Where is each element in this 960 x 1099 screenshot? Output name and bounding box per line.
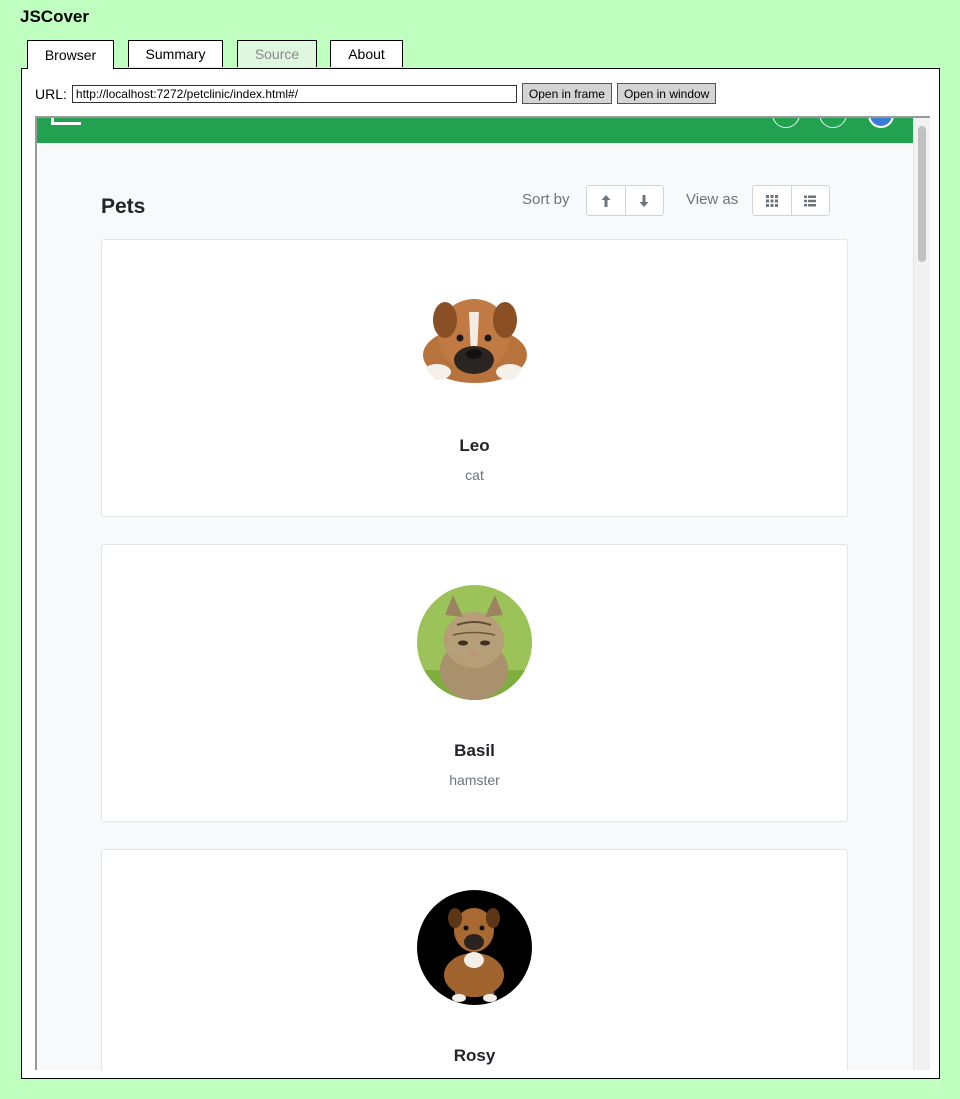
nav-circle-icon[interactable] bbox=[819, 118, 847, 128]
tab-summary[interactable]: Summary bbox=[128, 40, 223, 67]
pet-photo bbox=[417, 890, 532, 1005]
arrow-down-icon bbox=[639, 194, 649, 207]
page-title: Pets bbox=[101, 195, 146, 218]
list-view-button[interactable] bbox=[790, 186, 830, 215]
pet-type: hamster bbox=[449, 772, 500, 788]
sort-ascending-button[interactable] bbox=[587, 186, 625, 215]
open-in-frame-button[interactable]: Open in frame bbox=[521, 83, 612, 104]
frame-scrollbar[interactable] bbox=[913, 118, 930, 1070]
url-input[interactable] bbox=[71, 84, 517, 103]
avatar[interactable] bbox=[868, 118, 894, 128]
pet-type: cat bbox=[465, 467, 484, 483]
grid-view-button[interactable] bbox=[753, 186, 791, 215]
pet-name: Basil bbox=[454, 741, 495, 760]
sort-button-group bbox=[586, 185, 664, 216]
list-icon bbox=[804, 195, 817, 206]
url-label: URL: bbox=[35, 85, 67, 102]
tab-source[interactable]: Source bbox=[237, 40, 317, 67]
view-button-group bbox=[752, 185, 830, 216]
pet-name: Leo bbox=[459, 436, 490, 455]
app-title: JSCover bbox=[20, 7, 89, 26]
sort-descending-button[interactable] bbox=[624, 186, 664, 215]
preview-frame: Pets Sort by View as Leo cat Basil hamst… bbox=[35, 116, 930, 1070]
pet-card[interactable]: Rosy bbox=[101, 849, 848, 1070]
arrow-up-icon bbox=[601, 194, 611, 207]
tab-about[interactable]: About bbox=[330, 40, 403, 67]
grid-icon bbox=[765, 194, 778, 207]
logo-icon[interactable] bbox=[51, 118, 81, 125]
sort-label: Sort by bbox=[522, 191, 570, 208]
view-label: View as bbox=[686, 191, 739, 208]
pet-photo bbox=[417, 585, 532, 700]
pet-photo bbox=[417, 280, 532, 395]
tab-browser[interactable]: Browser bbox=[27, 40, 114, 69]
pet-card[interactable]: Basil hamster bbox=[101, 544, 848, 822]
pet-name: Rosy bbox=[453, 1046, 496, 1065]
url-bar: URL: Open in frame Open in window bbox=[35, 83, 717, 104]
scrollbar-thumb[interactable] bbox=[918, 126, 926, 262]
open-in-window-button[interactable]: Open in window bbox=[616, 83, 717, 104]
browser-panel: URL: Open in frame Open in window Pets S… bbox=[21, 68, 940, 1079]
app-header bbox=[37, 118, 913, 143]
nav-circle-icon[interactable] bbox=[772, 118, 800, 128]
pet-card[interactable]: Leo cat bbox=[101, 239, 848, 517]
